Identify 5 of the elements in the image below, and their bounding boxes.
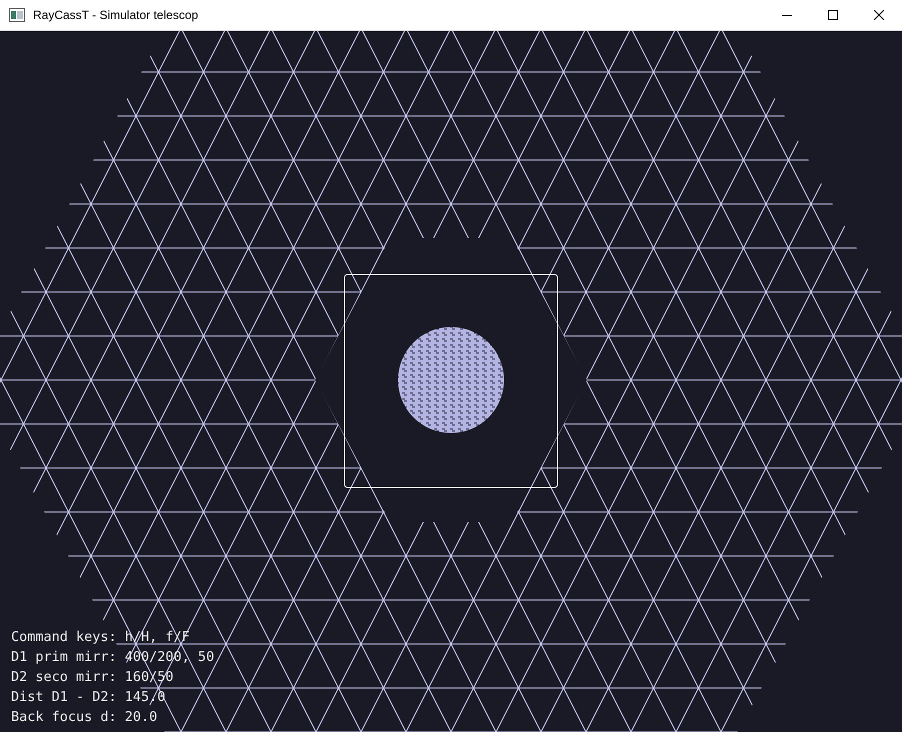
close-icon xyxy=(874,10,884,20)
window-icon xyxy=(9,8,25,22)
info-text: Back focus d: 20.0 xyxy=(11,708,158,727)
window-title: RayCassT - Simulator telescop xyxy=(33,8,198,22)
maximize-icon xyxy=(828,10,838,20)
